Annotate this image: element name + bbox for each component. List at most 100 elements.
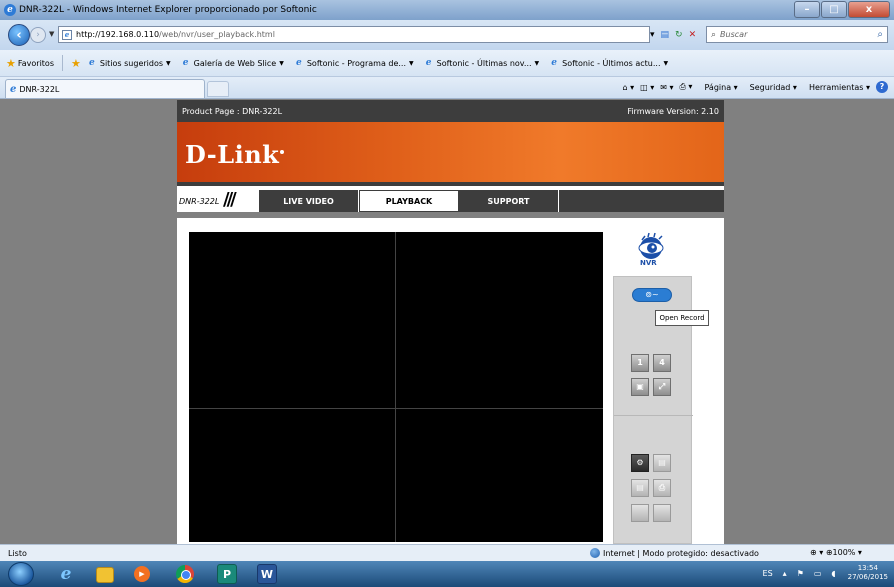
taskbar-publisher-icon[interactable]: P <box>217 564 237 584</box>
search-placeholder: Buscar <box>720 30 748 39</box>
address-bar: ‹ › ▼ e http://192.168.0.110/web/nvr/use… <box>0 20 894 50</box>
forward-button[interactable]: › <box>30 27 46 43</box>
zoom-settings-icon[interactable]: ⊕ ▾ <box>810 548 823 557</box>
history-dropdown-icon[interactable]: ▼ <box>49 30 54 38</box>
save-icon[interactable]: ▤ <box>653 454 671 472</box>
globe-icon <box>590 548 600 558</box>
network-icon[interactable]: ▭ <box>814 569 822 578</box>
zoom-level[interactable]: ⊕100% ▾ <box>826 548 862 557</box>
video-grid[interactable] <box>189 232 603 542</box>
page-menu[interactable]: Página ▾ <box>698 83 737 92</box>
document-icon[interactable]: ▤ <box>631 479 649 497</box>
start-button[interactable] <box>8 562 34 586</box>
stop-icon[interactable]: ✕ <box>689 30 697 40</box>
language-indicator[interactable]: ES <box>763 569 773 578</box>
page-icon: e <box>62 29 72 40</box>
fav-item-softonic-news[interactable]: e Softonic - Últimas nov... ▼ <box>424 58 539 68</box>
layout-1-button[interactable]: 1 <box>631 354 649 372</box>
slash-decoration: /// <box>223 189 237 210</box>
tab-dnr-322l[interactable]: e DNR-322L <box>5 79 205 98</box>
panel-divider <box>614 415 693 416</box>
layout-4-button[interactable]: 4 <box>653 354 671 372</box>
clock[interactable]: 13:54 27/06/2015 <box>848 564 888 582</box>
add-favorite-icon[interactable]: ★ <box>71 57 81 70</box>
favorites-divider <box>61 55 63 71</box>
favorites-button[interactable]: Favoritos <box>18 59 54 68</box>
refresh-icon[interactable]: ↻ <box>675 30 683 40</box>
url-host: http://192.168.0.110 <box>76 30 160 39</box>
control-button-2[interactable] <box>653 504 671 522</box>
favorites-star-icon[interactable]: ★ <box>6 57 16 70</box>
command-bar: e DNR-322L ⌂ ▾ ◫ ▾ ✉ ▾ ⎙ ▾ Página ▾ Segu… <box>0 77 894 99</box>
nvr-page: Product Page : DNR-322L Firmware Version… <box>177 100 724 544</box>
ie-page-icon: e <box>88 58 95 68</box>
settings-icon[interactable]: ⚙ <box>631 454 649 472</box>
dlink-logo: D-Link <box>185 140 285 169</box>
fullscreen-icon[interactable]: ⤢ <box>653 378 671 396</box>
dropdown-icon: ▼ <box>279 59 284 67</box>
window-title: DNR-322L - Windows Internet Explorer pro… <box>19 5 317 15</box>
print-icon[interactable]: ⎙ ▾ <box>679 82 692 92</box>
url-dropdown-icon[interactable]: ▾ <box>650 30 655 40</box>
new-tab-button[interactable] <box>207 81 229 97</box>
fav-item-softonic-programs[interactable]: e Softonic - Programa de... ▼ <box>294 58 414 68</box>
search-field[interactable]: ⌕ Buscar ⌕ <box>706 26 888 43</box>
close-button[interactable]: x <box>848 1 890 18</box>
ie-page-icon: e <box>182 58 189 68</box>
open-record-button[interactable]: ⊚~ <box>632 288 672 302</box>
firmware-version: Firmware Version: 2.10 <box>627 106 719 116</box>
status-bar: Listo Internet | Modo protegido: desacti… <box>0 544 894 561</box>
volume-icon[interactable]: ◖ <box>831 569 835 578</box>
zoom-control[interactable]: ⊕ ▾ ⊕100% ▾ <box>810 548 862 557</box>
taskbar-chrome-icon[interactable] <box>176 565 194 583</box>
control-button-1[interactable] <box>631 504 649 522</box>
print-snapshot-icon[interactable]: ⎙ <box>653 479 671 497</box>
fav-item-web-slice[interactable]: e Galería de Web Slice ▼ <box>181 58 284 68</box>
ie-page-icon: e <box>10 83 17 95</box>
mail-icon[interactable]: ✉ ▾ <box>660 83 673 92</box>
taskbar-word-icon[interactable]: W <box>257 564 277 584</box>
system-tray: ES ▴ ⚑ ▭ ◖ 13:54 27/06/2015 <box>753 564 888 582</box>
grid-divider-horizontal <box>189 408 603 409</box>
fav-item-suggested[interactable]: e Sitios sugeridos ▼ <box>87 58 171 68</box>
nav-live-video[interactable]: LIVE VIDEO <box>259 190 359 212</box>
dropdown-icon: ▼ <box>409 59 414 67</box>
playback-area: NVR ⊚~ Open Record 1 4 ▣ ⤢ ⚙ ▤ ▤ ⎙ <box>177 218 724 544</box>
minimize-button[interactable]: – <box>794 1 820 18</box>
page-content: Product Page : DNR-322L Firmware Version… <box>0 100 894 544</box>
product-page-label: Product Page : DNR-322L <box>182 106 283 116</box>
home-icon[interactable]: ⌂ ▾ <box>622 83 634 92</box>
status-text: Listo <box>8 548 27 558</box>
url-field[interactable]: e http://192.168.0.110/web/nvr/user_play… <box>58 26 650 43</box>
tray-expand-icon[interactable]: ▴ <box>783 569 787 578</box>
feeds-icon[interactable]: ◫ ▾ <box>640 83 654 92</box>
nav-support[interactable]: SUPPORT <box>459 190 559 212</box>
action-center-icon[interactable]: ⚑ <box>797 569 804 578</box>
url-path: /web/nvr/user_playback.html <box>159 30 275 39</box>
taskbar-explorer-icon[interactable] <box>96 567 114 583</box>
search-provider-icon: ⌕ <box>711 29 717 40</box>
dlink-banner: D-Link <box>177 122 724 186</box>
dropdown-icon: ▼ <box>166 59 171 67</box>
taskbar-ie-icon[interactable]: e <box>56 564 76 584</box>
tools-menu[interactable]: Herramientas ▾ <box>803 83 870 92</box>
taskbar-media-icon[interactable]: ▶ <box>134 566 150 582</box>
taskbar: e ▶ P W ES ▴ ⚑ ▭ ◖ 13:54 27/06/2015 <box>0 561 894 587</box>
maximize-button[interactable]: □ <box>821 1 847 18</box>
help-icon[interactable]: ? <box>876 81 888 93</box>
security-zone[interactable]: Internet | Modo protegido: desactivado <box>590 548 759 558</box>
nav-playback[interactable]: PLAYBACK <box>359 190 459 212</box>
back-button[interactable]: ‹ <box>8 24 30 46</box>
compatibility-icon[interactable]: ▤ <box>661 30 670 40</box>
security-menu[interactable]: Seguridad ▾ <box>744 83 797 92</box>
open-record-tooltip: Open Record <box>655 310 709 326</box>
product-bar: Product Page : DNR-322L Firmware Version… <box>177 100 724 122</box>
fit-screen-icon[interactable]: ▣ <box>631 378 649 396</box>
grid-divider-vertical <box>395 232 396 542</box>
fav-item-softonic-updates[interactable]: e Softonic - Últimos actu... ▼ <box>549 58 668 68</box>
clock-date: 27/06/2015 <box>847 573 888 581</box>
window-title-bar: e DNR-322L - Windows Internet Explorer p… <box>0 0 894 20</box>
model-label: DNR-322L /// <box>177 190 259 212</box>
clock-time: 13:54 <box>857 564 878 572</box>
search-icon[interactable]: ⌕ <box>877 29 883 40</box>
